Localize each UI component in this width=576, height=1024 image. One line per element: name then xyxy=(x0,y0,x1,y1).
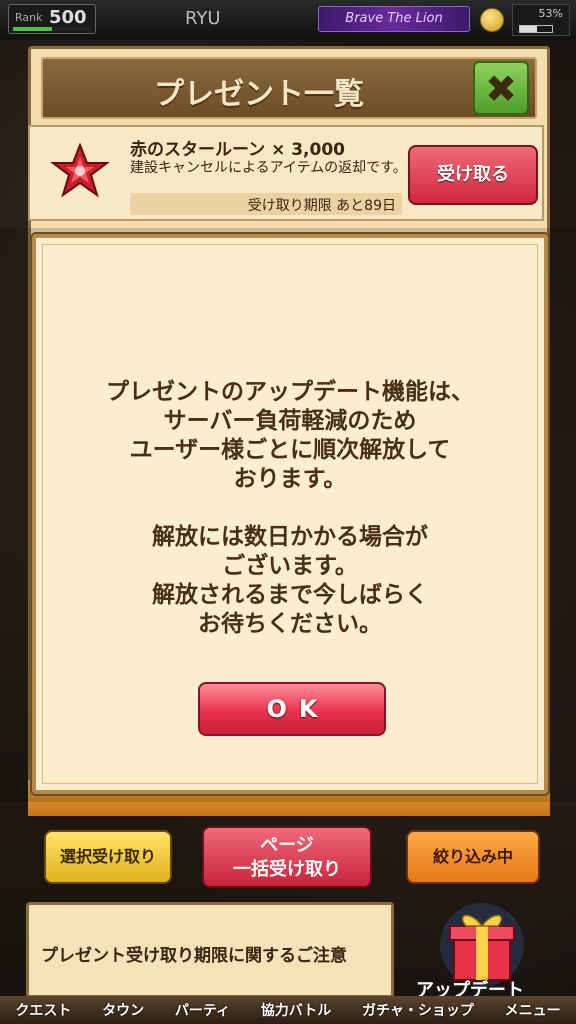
close-button[interactable]: ✖ xyxy=(473,61,529,115)
rank-box: Rank 500 xyxy=(8,4,96,34)
item-description: 建設キャンセルによるアイテムの返却です。 xyxy=(130,160,407,176)
item-limit-bar: 受け取り期限 あと89日 xyxy=(130,193,402,215)
nav-gacha-shop[interactable]: ガチャ・ショップ xyxy=(362,1000,474,1020)
nav-menu[interactable]: メニュー xyxy=(505,1000,561,1020)
page-receive-line2: 一括受け取り xyxy=(233,859,341,880)
page-receive-all-button[interactable]: ページ 一括受け取り xyxy=(202,826,372,888)
dialog-line: お待ちください。 xyxy=(198,611,382,637)
battery-percent: 53% xyxy=(538,7,563,20)
dialog-message: プレゼントのアップデート機能は、 サーバー負荷軽減のため ユーザー様ごとに順次解… xyxy=(36,378,544,639)
dialog-line: おります。 xyxy=(233,466,347,492)
nav-quest[interactable]: クエスト xyxy=(15,1000,71,1020)
title-badge: Brave The Lion xyxy=(318,6,470,32)
dialog-line-gap xyxy=(36,494,544,523)
dialog-line: 解放には数日かかる場合が xyxy=(152,524,428,550)
dialog-line: 解放されるまで今しばらく xyxy=(152,582,428,608)
expiry-notice-bar[interactable]: プレゼント受け取り期限に関するご注意 xyxy=(26,902,394,998)
player-name: RYU xyxy=(185,8,221,29)
dialog-line: ユーザー様ごとに順次解放して xyxy=(129,437,451,463)
nav-coop-battle[interactable]: 協力バトル xyxy=(261,1000,331,1020)
rank-value: 500 xyxy=(49,7,87,28)
rank-progress-bar xyxy=(13,27,91,31)
red-star-rune-icon xyxy=(50,143,110,198)
present-item-row: 赤のスタールーン × 3,000 建設キャンセルによるアイテムの返却です。 受け… xyxy=(28,125,544,221)
page-receive-line1: ページ xyxy=(260,835,314,856)
coin-icon[interactable] xyxy=(480,8,504,32)
battery-fill xyxy=(520,26,537,32)
close-x-icon: ✖ xyxy=(485,67,517,111)
status-bar: Rank 500 RYU Brave The Lion 53% xyxy=(0,0,576,40)
dialog-line: プレゼントのアップデート機能は、 xyxy=(106,379,474,405)
battery-bar xyxy=(519,25,553,33)
nav-party[interactable]: パーティ xyxy=(175,1000,230,1020)
select-receive-button[interactable]: 選択受け取り xyxy=(44,830,172,884)
nav-town[interactable]: タウン xyxy=(102,1000,144,1020)
item-name: 赤のスタールーン × 3,000 xyxy=(130,140,346,160)
battery-indicator: 53% xyxy=(512,4,570,36)
ok-button[interactable]: OK xyxy=(198,682,386,736)
panel-title: プレゼント一覧 xyxy=(154,77,364,112)
dialog-line: ございます。 xyxy=(222,553,358,579)
filter-button[interactable]: 絞り込み中 xyxy=(406,830,540,884)
bottom-nav: クエスト タウン パーティ 協力バトル ガチャ・ショップ メニュー xyxy=(0,996,576,1024)
rank-label: Rank xyxy=(15,11,43,24)
receive-button[interactable]: 受け取る xyxy=(408,145,538,205)
update-notice-dialog: プレゼントのアップデート機能は、 サーバー負荷軽減のため ユーザー様ごとに順次解… xyxy=(32,234,548,794)
rank-progress-fill xyxy=(13,27,52,31)
panel-header: プレゼント一覧 xyxy=(41,57,537,119)
item-limit: 受け取り期限 あと89日 xyxy=(247,198,396,214)
notice-text: プレゼント受け取り期限に関するご注意 xyxy=(41,946,347,966)
dialog-line: サーバー負荷軽減のため xyxy=(163,408,417,434)
